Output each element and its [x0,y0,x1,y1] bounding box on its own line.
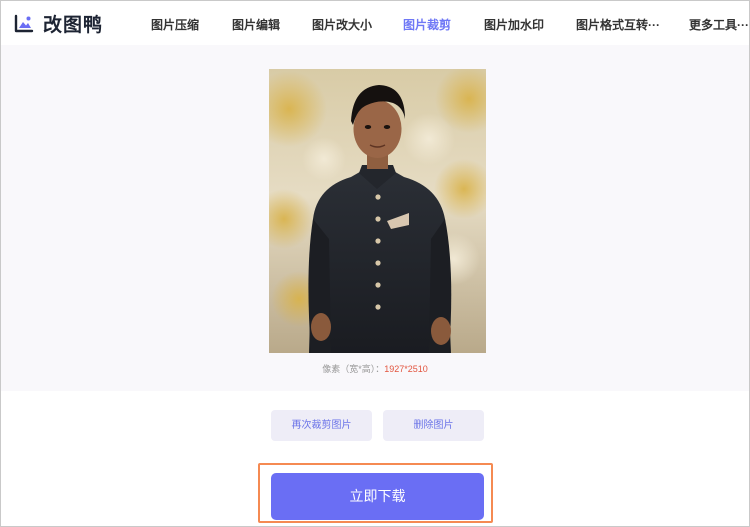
nav-item-edit[interactable]: 图片编辑 [232,16,280,33]
preview-area: 像素（宽*高）：1927*2510 [1,45,749,391]
photo-image [269,69,486,353]
download-button[interactable]: 立即下载 [271,473,484,520]
nav-item-format-convert[interactable]: 图片格式互转··· [576,16,660,33]
nav-item-watermark[interactable]: 图片加水印 [484,16,544,33]
pixel-dimensions-value: 1927*2510 [384,364,428,374]
top-header: 改图鸭 图片压缩 图片编辑 图片改大小 图片裁剪 图片加水印 图片格式互转···… [1,1,749,45]
nav-item-crop[interactable]: 图片裁剪 [403,16,451,33]
nav-item-compress[interactable]: 图片压缩 [151,16,199,33]
nav-item-more-tools[interactable]: 更多工具··· [689,16,749,33]
nav-item-resize[interactable]: 图片改大小 [312,16,372,33]
recrop-button[interactable]: 再次裁剪图片 [271,410,372,441]
pixel-dimensions-label: 像素（宽*高）： [322,364,385,374]
delete-image-button[interactable]: 删除图片 [383,410,484,441]
pixel-dimensions: 像素（宽*高）：1927*2510 [1,362,749,375]
app-window: 改图鸭 图片压缩 图片编辑 图片改大小 图片裁剪 图片加水印 图片格式互转···… [0,0,750,527]
cropped-photo [269,69,486,353]
main-nav: 图片压缩 图片编辑 图片改大小 图片裁剪 图片加水印 图片格式互转··· 更多工… [1,1,749,45]
